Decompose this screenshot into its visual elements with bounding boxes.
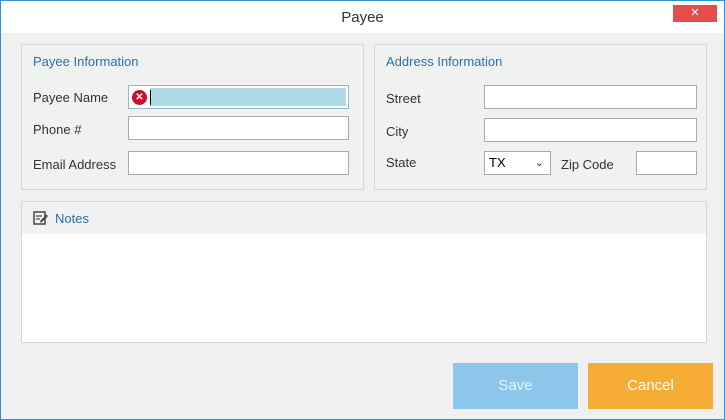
close-icon: ✕ bbox=[690, 7, 700, 19]
address-information-title: Address Information bbox=[386, 54, 503, 69]
address-information-group: Address Information Street City State TX… bbox=[374, 44, 707, 190]
payee-information-group: Payee Information Payee Name ✕ Phone # E… bbox=[21, 44, 364, 190]
close-button[interactable]: ✕ bbox=[673, 5, 717, 22]
payee-dialog: Payee ✕ Payee Information Payee Name ✕ P… bbox=[0, 0, 725, 420]
chevron-down-icon: ⌄ bbox=[534, 157, 544, 169]
window-title: Payee bbox=[341, 9, 384, 26]
text-selection-highlight bbox=[150, 88, 346, 106]
zip-code-label: Zip Code bbox=[561, 157, 614, 172]
street-input[interactable] bbox=[484, 85, 697, 109]
state-selected-value: TX bbox=[489, 155, 506, 170]
notes-group: Notes bbox=[21, 201, 707, 343]
error-icon: ✕ bbox=[132, 90, 147, 105]
payee-information-title: Payee Information bbox=[33, 54, 139, 69]
city-label: City bbox=[386, 124, 409, 139]
payee-name-label: Payee Name bbox=[33, 90, 109, 105]
notes-textarea[interactable] bbox=[22, 234, 706, 342]
email-label: Email Address bbox=[33, 157, 117, 172]
text-caret bbox=[150, 90, 151, 105]
street-label: Street bbox=[386, 91, 421, 106]
state-label: State bbox=[386, 155, 417, 170]
zip-code-input[interactable] bbox=[636, 151, 697, 175]
cancel-button[interactable]: Cancel bbox=[588, 363, 713, 409]
notes-title: Notes bbox=[55, 211, 89, 226]
title-bar: Payee ✕ bbox=[1, 1, 724, 33]
save-button[interactable]: Save bbox=[453, 363, 578, 409]
phone-input[interactable] bbox=[128, 116, 349, 140]
notes-edit-icon bbox=[33, 211, 48, 225]
state-select[interactable]: TX ⌄ bbox=[484, 151, 551, 175]
city-input[interactable] bbox=[484, 118, 697, 142]
email-input[interactable] bbox=[128, 151, 349, 175]
phone-label: Phone # bbox=[33, 122, 82, 137]
payee-name-input[interactable]: ✕ bbox=[128, 85, 349, 109]
